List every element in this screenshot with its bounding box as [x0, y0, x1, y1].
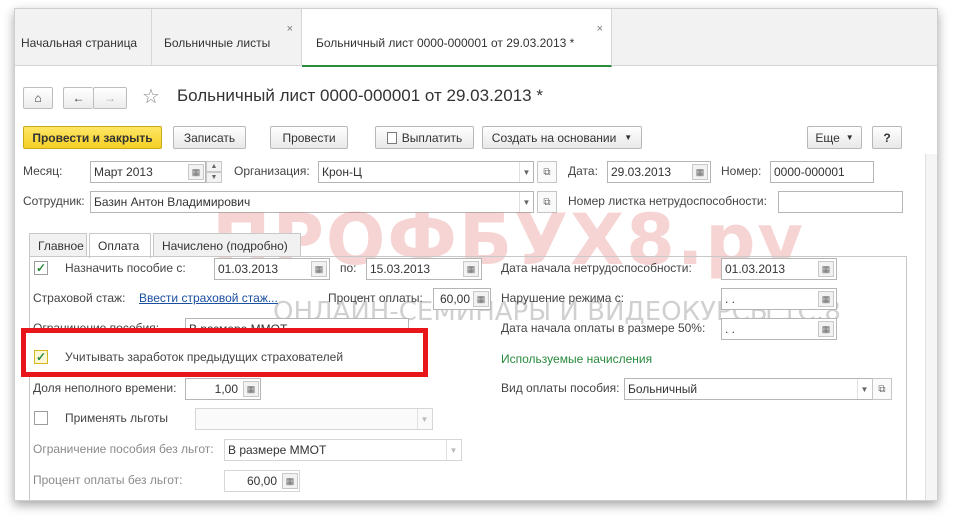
arrow-left-icon: ←: [72, 91, 85, 105]
percent-no-benefits-label: Процент оплаты без льгот:: [33, 473, 183, 487]
to-label: по:: [340, 261, 357, 275]
forward-button[interactable]: →: [93, 87, 127, 109]
benefits-label: Применять льготы: [65, 411, 169, 425]
calculator-icon[interactable]: ▦: [282, 473, 298, 489]
number-field[interactable]: 0000-000001: [770, 161, 874, 183]
calendar-icon[interactable]: ▦: [818, 261, 834, 277]
post-and-close-button[interactable]: Провести и закрыть: [23, 126, 162, 149]
calendar-icon[interactable]: ▦: [188, 164, 204, 180]
tab-bar: Начальная страница Больничные листы × Бо…: [15, 9, 937, 67]
chevron-down-icon[interactable]: ▼: [417, 409, 431, 429]
employee-field[interactable]: Базин Антон Владимирович: [90, 191, 534, 213]
chevron-down-icon[interactable]: ▼: [446, 440, 460, 460]
arrow-right-icon: →: [104, 91, 116, 105]
create-based-label: Создать на основании: [491, 130, 617, 145]
start50-label: Дата начала оплаты в размере 50%:: [501, 321, 706, 335]
benefits-checkbox[interactable]: [34, 411, 48, 425]
insurance-link[interactable]: Ввести страховой стаж...: [139, 291, 278, 305]
home-icon: ⌂: [34, 91, 42, 105]
start-disability-label: Дата начала нетрудоспособности:: [501, 261, 692, 275]
prev-insurers-label: Учитывать заработок предыдущих страховат…: [65, 350, 344, 364]
save-button[interactable]: Записать: [173, 126, 246, 149]
back-button[interactable]: ←: [63, 87, 93, 109]
spin-down-icon[interactable]: ▼: [206, 172, 222, 183]
tab-sick-leave-document[interactable]: Больничный лист 0000-000001 от 29.03.201…: [302, 9, 612, 67]
insurance-label: Страховой стаж:: [33, 291, 126, 305]
tab-label: Начальная страница: [21, 36, 138, 50]
violation-label: Нарушение режима с:: [501, 291, 625, 305]
prev-insurers-checkbox[interactable]: ✓: [34, 350, 48, 364]
pay-label: Выплатить: [401, 130, 463, 145]
help-button[interactable]: ?: [872, 126, 902, 149]
close-icon[interactable]: ×: [287, 23, 293, 35]
calendar-icon[interactable]: ▦: [463, 261, 479, 277]
used-accruals-heading: Используемые начисления: [501, 352, 653, 366]
sheet-number-label: Номер листка нетрудоспособности:: [568, 194, 767, 208]
month-label: Месяц:: [23, 164, 63, 178]
spin-up-icon[interactable]: ▲: [206, 161, 222, 172]
calendar-icon[interactable]: ▦: [692, 164, 708, 180]
assign-benefit-checkbox[interactable]: ✓: [34, 261, 48, 275]
chevron-down-icon: ▼: [624, 133, 633, 142]
payment-type-field[interactable]: Больничный: [624, 378, 874, 400]
close-icon[interactable]: ×: [597, 23, 603, 35]
document-window: Начальная страница Больничные листы × Бо…: [14, 8, 938, 501]
org-label: Организация:: [234, 164, 310, 178]
org-field[interactable]: Крон-Ц: [318, 161, 534, 183]
subtab-payment[interactable]: Оплата: [89, 233, 151, 258]
employee-label: Сотрудник:: [23, 194, 85, 208]
benefits-field[interactable]: [195, 408, 433, 430]
tab-sick-leaves[interactable]: Больничные листы ×: [152, 9, 302, 66]
percent-label: Процент оплаты:: [328, 291, 423, 305]
scrollbar[interactable]: [925, 154, 937, 500]
chevron-down-icon: ▼: [845, 133, 854, 142]
open-icon[interactable]: ⧉: [872, 378, 892, 400]
assign-benefit-label: Назначить пособие с:: [65, 261, 186, 275]
sheet-number-field[interactable]: [778, 191, 903, 213]
chevron-down-icon[interactable]: ▼: [857, 379, 871, 399]
open-icon[interactable]: ⧉: [537, 161, 557, 183]
home-button[interactable]: ⌂: [23, 87, 53, 109]
open-icon[interactable]: ⧉: [537, 191, 557, 213]
chevron-down-icon[interactable]: ▼: [519, 192, 533, 212]
tab-home-page[interactable]: Начальная страница: [15, 9, 152, 66]
calendar-icon[interactable]: ▦: [818, 321, 834, 337]
pay-button[interactable]: Выплатить: [375, 126, 474, 149]
calendar-icon[interactable]: ▦: [311, 261, 327, 277]
post-button[interactable]: Провести: [270, 126, 348, 149]
subtab-accrued-detailed[interactable]: Начислено (подробно): [153, 233, 301, 257]
document-icon: [386, 131, 397, 144]
create-based-button[interactable]: Создать на основании ▼: [482, 126, 642, 149]
chevron-down-icon[interactable]: ▼: [519, 162, 533, 182]
number-label: Номер:: [721, 164, 762, 178]
tab-label: Больничный лист 0000-000001 от 29.03.201…: [316, 36, 575, 50]
part-time-label: Доля неполного времени:: [33, 381, 177, 395]
tab-label: Больничные листы: [164, 36, 271, 50]
calculator-icon[interactable]: ▦: [243, 381, 259, 397]
limit-no-benefits-label: Ограничение пособия без льгот:: [33, 442, 214, 456]
star-icon[interactable]: ☆: [142, 84, 160, 109]
limit-no-benefits-field[interactable]: В размере ММОТ: [224, 439, 462, 461]
calendar-icon[interactable]: ▦: [818, 291, 834, 307]
payment-type-label: Вид оплаты пособия:: [501, 381, 620, 395]
more-button[interactable]: Еще ▼: [807, 126, 862, 149]
subtab-main[interactable]: Главное: [29, 233, 87, 257]
calculator-icon[interactable]: ▦: [473, 291, 489, 307]
page-title: Больничный лист 0000-000001 от 29.03.201…: [177, 86, 543, 105]
more-label: Еще: [815, 130, 840, 145]
date-label: Дата:: [568, 164, 598, 178]
